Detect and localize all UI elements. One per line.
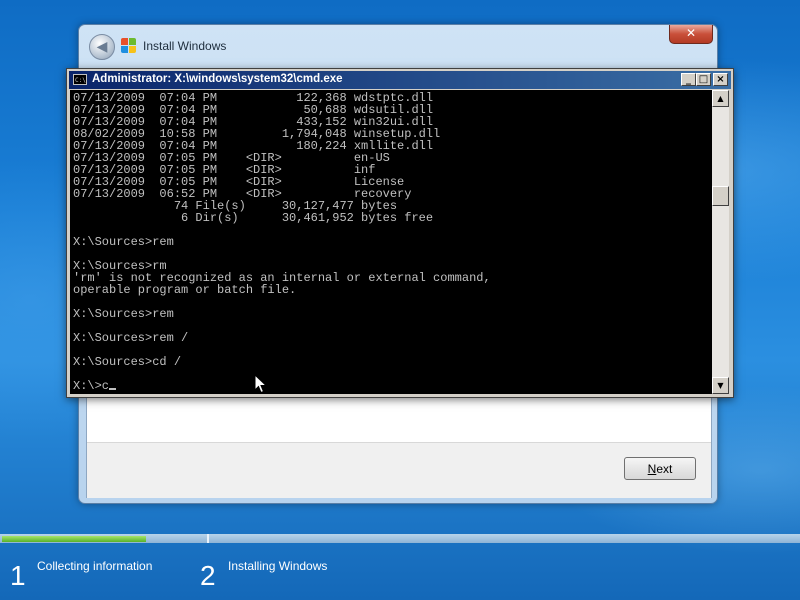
back-button[interactable]: ◀	[89, 34, 115, 60]
cmd-minimize-button[interactable]: _	[681, 73, 696, 86]
close-icon: ×	[716, 74, 725, 85]
step-2-number: 2	[200, 560, 216, 591]
console-prompt-line: X:\>c	[73, 379, 110, 393]
cmd-close-button[interactable]: ×	[713, 73, 728, 86]
install-footer: Next	[87, 442, 711, 498]
step-1-label: Collecting information	[37, 559, 153, 573]
install-close-button[interactable]: ✕	[669, 25, 713, 44]
step-1-number: 1	[10, 560, 26, 591]
cmd-icon[interactable]: C:\	[73, 74, 87, 85]
windows-logo-icon	[121, 38, 137, 54]
scroll-down-button[interactable]: ▼	[712, 377, 729, 394]
text-cursor	[109, 388, 117, 390]
close-icon: ✕	[685, 26, 697, 40]
mouse-pointer-icon	[254, 374, 268, 394]
scrollbar-thumb[interactable]	[712, 186, 729, 206]
console-history: 07/13/2009 07:04 PM 122,368 wdstptc.dll …	[73, 91, 491, 369]
cmd-window[interactable]: C:\ Administrator: X:\windows\system32\c…	[66, 68, 734, 398]
maximize-icon: □	[698, 74, 709, 85]
minimize-icon: _	[686, 74, 691, 85]
cmd-maximize-button[interactable]: □	[696, 73, 711, 86]
setup-progress-fill	[2, 536, 146, 542]
back-arrow-icon: ◀	[96, 39, 108, 55]
progress-step-divider	[207, 534, 209, 543]
next-button[interactable]: Next	[624, 457, 696, 480]
next-button-label: ext	[656, 462, 673, 476]
cmd-window-title: Administrator: X:\windows\system32\cmd.e…	[92, 73, 343, 85]
install-window-title: Install Windows	[143, 39, 227, 53]
cmd-vertical-scrollbar[interactable]: ▲ ▼	[712, 90, 729, 394]
cmd-titlebar[interactable]: C:\ Administrator: X:\windows\system32\c…	[69, 71, 731, 89]
step-2-label: Installing Windows	[228, 559, 328, 573]
arrow-down-icon: ▼	[717, 381, 724, 390]
console-text: 07/13/2009 07:04 PM 122,368 wdstptc.dll …	[70, 90, 712, 392]
console-output-area[interactable]: 07/13/2009 07:04 PM 122,368 wdstptc.dll …	[70, 90, 712, 394]
arrow-up-icon: ▲	[717, 94, 724, 103]
install-titlebar: ◀ Install Windows ✕	[79, 25, 717, 67]
scroll-up-button[interactable]: ▲	[712, 90, 729, 107]
